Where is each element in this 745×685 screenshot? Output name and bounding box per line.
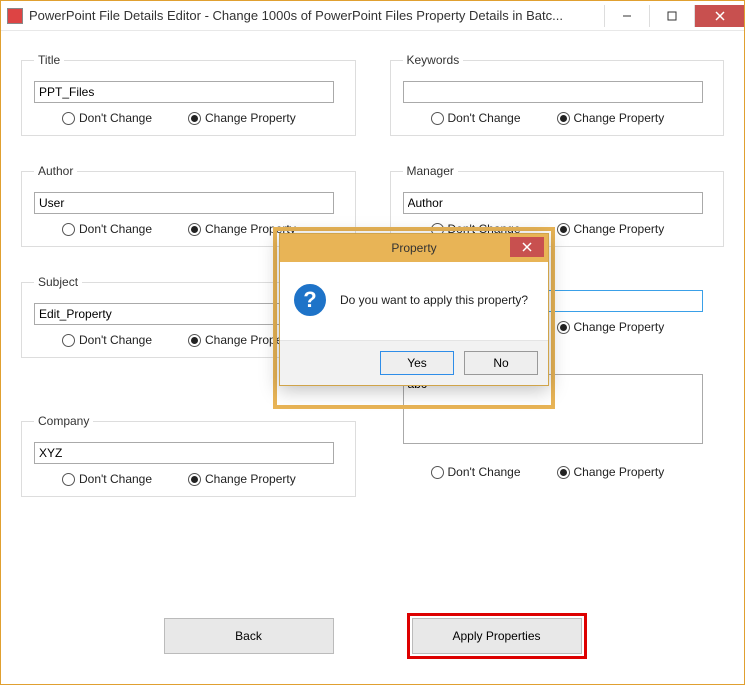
dialog-close-button[interactable] — [510, 237, 544, 257]
keywords-change-property-radio[interactable]: Change Property — [557, 111, 665, 125]
dialog-message: Do you want to apply this property? — [340, 293, 528, 307]
close-icon — [522, 242, 532, 252]
title-dont-change-radio[interactable]: Don't Change — [62, 111, 152, 125]
dialog-title: Property — [391, 241, 436, 255]
back-button[interactable]: Back — [164, 618, 334, 654]
window-buttons — [604, 5, 744, 27]
dialog-no-button[interactable]: No — [464, 351, 538, 375]
comments-change-property-radio[interactable]: Change Property — [557, 465, 665, 479]
property-dialog: Property ? Do you want to apply this pro… — [279, 233, 549, 386]
close-icon — [715, 11, 725, 21]
app-icon — [7, 8, 23, 24]
window-title: PowerPoint File Details Editor - Change … — [29, 8, 604, 23]
dialog-yes-button[interactable]: Yes — [380, 351, 454, 375]
title-legend: Title — [34, 53, 64, 67]
maximize-icon — [667, 11, 677, 21]
title-group: Title Don't Change Change Property — [21, 53, 356, 136]
question-icon: ? — [294, 284, 326, 316]
manager-input[interactable] — [403, 192, 703, 214]
author-legend: Author — [34, 164, 77, 178]
company-legend: Company — [34, 414, 93, 428]
manager-change-property-radio[interactable]: Change Property — [557, 222, 665, 236]
author-dont-change-radio[interactable]: Don't Change — [62, 222, 152, 236]
dialog-titlebar: Property — [280, 234, 548, 262]
subject-dont-change-radio[interactable]: Don't Change — [62, 333, 152, 347]
keywords-input[interactable] — [403, 81, 703, 103]
hidden-change-property-radio[interactable]: Change Property — [557, 320, 665, 334]
apply-properties-button[interactable]: Apply Properties — [412, 618, 582, 654]
maximize-button[interactable] — [649, 5, 694, 27]
title-input[interactable] — [34, 81, 334, 103]
comments-dont-change-radio[interactable]: Don't Change — [431, 465, 521, 479]
company-dont-change-radio[interactable]: Don't Change — [62, 472, 152, 486]
close-button[interactable] — [694, 5, 744, 27]
title-change-property-radio[interactable]: Change Property — [188, 111, 296, 125]
company-group: Company Don't Change Change Property — [21, 414, 356, 497]
company-change-property-radio[interactable]: Change Property — [188, 472, 296, 486]
manager-legend: Manager — [403, 164, 458, 178]
author-input[interactable] — [34, 192, 334, 214]
subject-legend: Subject — [34, 275, 82, 289]
minimize-icon — [622, 11, 632, 21]
keywords-legend: Keywords — [403, 53, 464, 67]
keywords-dont-change-radio[interactable]: Don't Change — [431, 111, 521, 125]
comments-group: Don't Change Change Property — [390, 373, 725, 490]
keywords-group: Keywords Don't Change Change Property — [390, 53, 725, 136]
window-titlebar: PowerPoint File Details Editor - Change … — [1, 1, 744, 31]
minimize-button[interactable] — [604, 5, 649, 27]
company-input[interactable] — [34, 442, 334, 464]
